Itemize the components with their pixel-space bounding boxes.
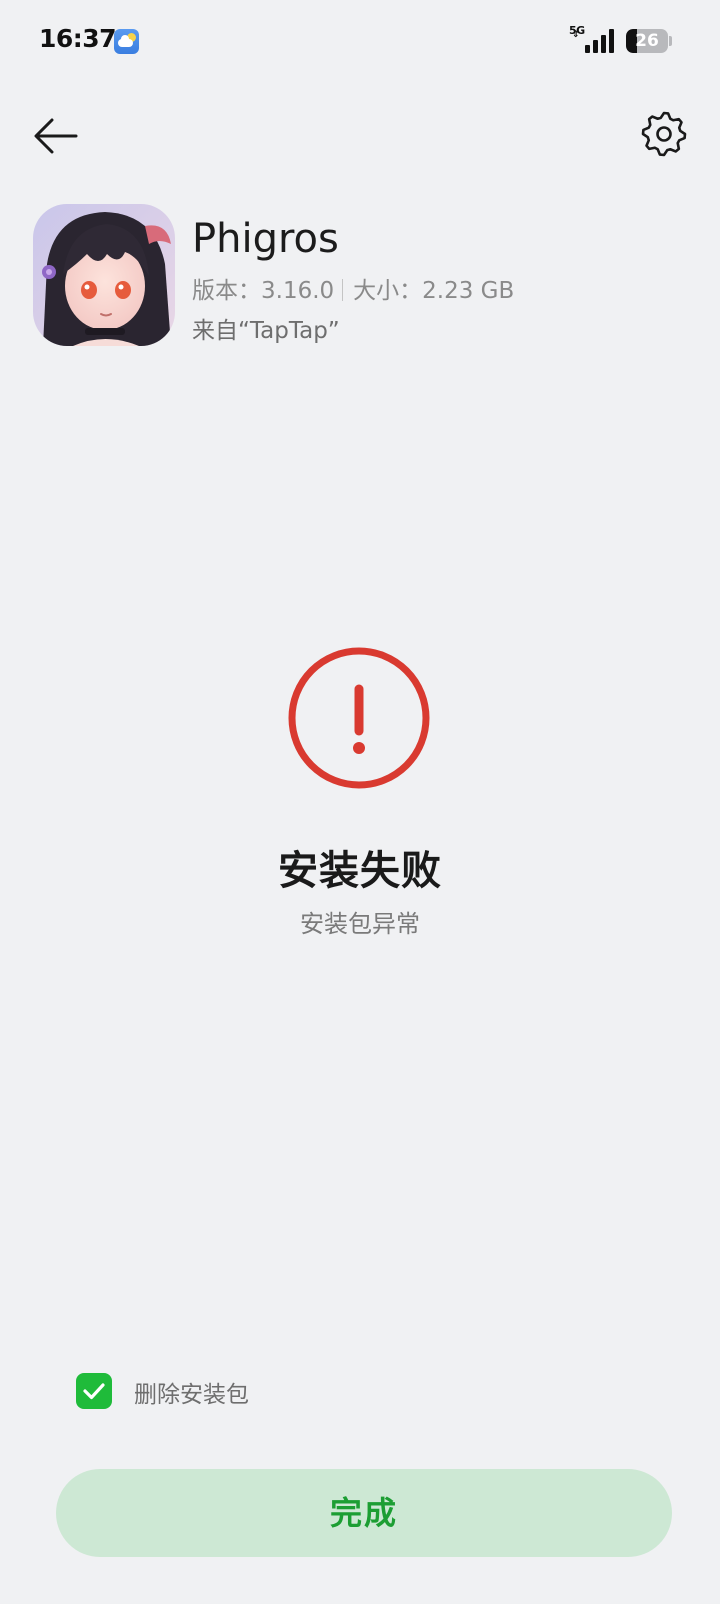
status-time: 16:37: [39, 24, 117, 53]
install-status-subtitle: 安装包异常: [300, 910, 420, 938]
weather-icon: [114, 29, 139, 54]
size-value: 2.23 GB: [422, 278, 515, 304]
app-icon: [33, 204, 175, 346]
version-value: 3.16.0: [261, 278, 335, 304]
arrow-left-icon: [34, 118, 78, 154]
app-name: Phigros: [192, 216, 339, 262]
status-bar: 16:37 ⇕ 5G 26: [0, 0, 720, 82]
back-button[interactable]: [30, 110, 82, 162]
exclamation-circle-icon: [286, 645, 432, 791]
settings-button[interactable]: [640, 110, 688, 158]
gear-icon: [641, 111, 687, 157]
install-status-title: 安装失败: [278, 848, 442, 894]
check-icon: [83, 1383, 105, 1400]
size-label: 大小：: [353, 278, 423, 304]
app-meta: 版本：3.16.0 大小：2.23 GB: [192, 271, 514, 305]
battery-level: 26: [635, 31, 659, 51]
battery-cap: [669, 36, 672, 46]
app-source: 来自“TapTap”: [192, 318, 340, 344]
network-type: 5G: [569, 24, 585, 37]
battery-icon: 26: [626, 29, 668, 53]
delete-package-label: 删除安装包: [134, 1382, 249, 1408]
delete-package-checkbox[interactable]: [76, 1373, 112, 1409]
done-button[interactable]: 完成: [56, 1469, 672, 1557]
version-label: 版本：: [192, 278, 261, 304]
signal-icon: [585, 29, 617, 53]
meta-divider: [342, 279, 344, 301]
